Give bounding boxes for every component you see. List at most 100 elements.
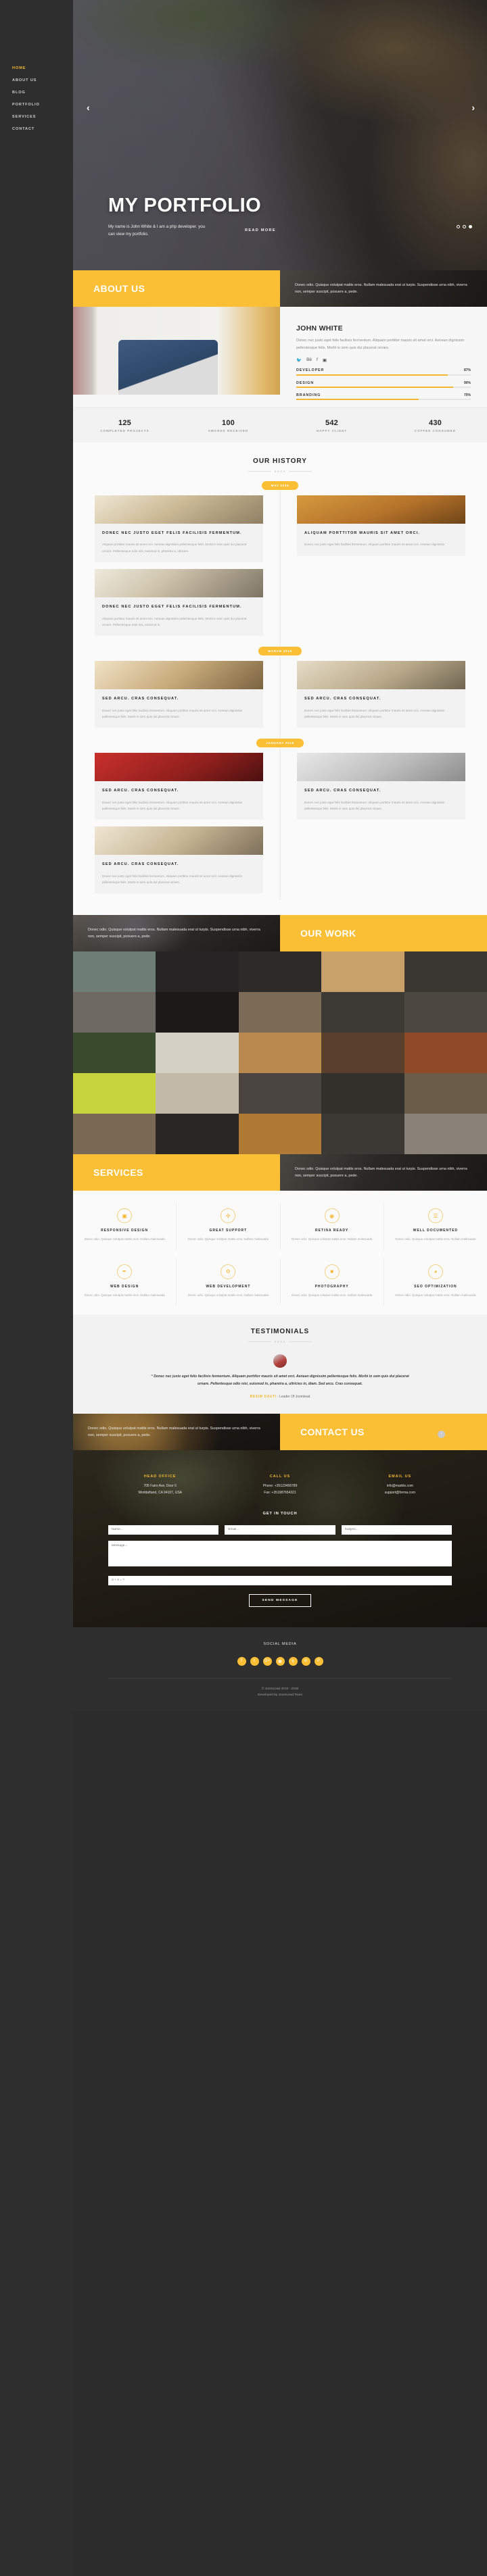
behance-icon[interactable]: Bē bbox=[306, 357, 312, 363]
slider-next-icon[interactable]: › bbox=[471, 103, 475, 112]
sidebar-item-contact[interactable]: CONTACT bbox=[0, 123, 73, 135]
about-skill-bars: DEVELOPER 87% DESIGN 90% BRANDING 70% bbox=[296, 368, 471, 400]
timeline-card[interactable]: DONEC NEC JUSTO EGET FELIS FACILISIS FER… bbox=[95, 495, 263, 562]
history-section: OUR HISTORY ✕✕✕✕ MAY 2015 DONEC NEC JUSTO… bbox=[73, 442, 487, 916]
service-item[interactable]: ☰ WELL DOCUMENTED Donec odio. Quisque volu… bbox=[384, 1203, 487, 1249]
slider-prev-icon[interactable]: ‹ bbox=[87, 103, 90, 112]
footer-credits: Developed by JoomLead Team bbox=[257, 1693, 303, 1698]
timeline-card[interactable]: SED ARCU. CRAS CONSEQUAT. Donec nec justo… bbox=[95, 826, 263, 894]
hero-read-more-link[interactable]: READ MORE bbox=[245, 228, 276, 232]
gallery-tile[interactable] bbox=[321, 951, 404, 993]
slider-dots[interactable] bbox=[457, 225, 472, 228]
hero-subtitle: My name is John White & I am a php devel… bbox=[108, 224, 206, 237]
facebook-icon[interactable]: f bbox=[237, 1656, 246, 1666]
service-item[interactable]: ◕ SEO OPTIMIZATION Donec odio. Quisque vol… bbox=[384, 1259, 487, 1306]
email-input[interactable] bbox=[225, 1525, 335, 1535]
gallery-tile[interactable] bbox=[73, 1073, 156, 1114]
rss-icon[interactable]: ↯ bbox=[288, 1656, 298, 1666]
subject-input[interactable] bbox=[341, 1525, 452, 1535]
timeline-card-text: Donec nec justo eget felis facilisis fer… bbox=[304, 800, 445, 810]
footer-social-links[interactable]: f t G+ ▣ ↯ in P bbox=[73, 1656, 487, 1666]
gallery-tile[interactable] bbox=[73, 1114, 156, 1155]
testimonial-author: BESIM DAUTI bbox=[250, 1394, 277, 1399]
skill-row: DEVELOPER 87% bbox=[296, 368, 471, 372]
timeline-card-body: DONEC NEC JUSTO EGET FELIS FACILISIS FER… bbox=[95, 597, 263, 636]
timeline-date-badge[interactable]: MARCH 2015 bbox=[258, 646, 302, 655]
google-plus-icon[interactable]: G+ bbox=[262, 1656, 272, 1666]
sidebar-item-blog[interactable]: BLOG bbox=[0, 86, 73, 99]
gallery-tile[interactable] bbox=[404, 951, 487, 993]
facebook-icon[interactable]: f bbox=[317, 357, 318, 363]
gallery-tile[interactable] bbox=[321, 992, 404, 1033]
counter-item: 125 COMPLETED PROJECTS bbox=[73, 419, 177, 432]
testimonial-quote: “ Donec nec justo eget felis facilisis f… bbox=[151, 1374, 409, 1387]
service-item[interactable]: ◉ RETINA READY Donec odio. Quisque volutpa… bbox=[281, 1203, 384, 1249]
instagram-icon[interactable]: ▣ bbox=[275, 1656, 285, 1666]
contact-band: Donec odio. Quisque volutpat mattis eros… bbox=[73, 1413, 487, 1450]
service-item[interactable]: ⚙ WEB DEVELOPMENT Donec odio. Quisque volu… bbox=[177, 1258, 281, 1306]
timeline-card[interactable]: SED ARCU. CRAS CONSEQUAT. Donec nec justo… bbox=[95, 660, 263, 728]
timeline-date-badge[interactable]: JANUARY 2016 bbox=[256, 739, 304, 748]
service-item[interactable]: ✣ GREAT SUPPORT Donec odio. Quisque volutp… bbox=[177, 1203, 281, 1249]
timeline-card[interactable]: SED ARCU. CRAS CONSEQUAT. Donec nec justo… bbox=[297, 660, 465, 728]
gallery-tile[interactable] bbox=[156, 1033, 239, 1074]
gallery-tile[interactable] bbox=[321, 1114, 404, 1155]
work-gallery[interactable] bbox=[73, 951, 487, 1155]
skill-bar-fill bbox=[296, 374, 448, 376]
gallery-tile[interactable] bbox=[156, 992, 239, 1033]
service-item[interactable]: ✒ WEB DESIGN Donec odio. Quisque volutpat … bbox=[73, 1258, 177, 1306]
instagram-icon[interactable]: ▣ bbox=[323, 357, 327, 363]
gallery-tile[interactable] bbox=[404, 1073, 487, 1114]
twitter-icon[interactable]: t bbox=[250, 1656, 259, 1666]
about-section-title: ABOUT US bbox=[73, 270, 280, 307]
gallery-tile[interactable] bbox=[238, 1073, 322, 1114]
timeline-badge-wrap: JANUARY 2016 bbox=[95, 739, 465, 748]
gallery-tile[interactable] bbox=[238, 1033, 322, 1074]
timeline-row: SED ARCU. CRAS CONSEQUAT. Donec nec justo… bbox=[95, 660, 465, 735]
sidebar-item-about-us[interactable]: ABOUT US bbox=[0, 74, 73, 86]
timeline-card[interactable]: SED ARCU. CRAS CONSEQUAT. Donec nec justo… bbox=[297, 753, 465, 820]
sidebar-item-portfolio[interactable]: PORTFOLIO bbox=[0, 99, 73, 111]
linkedin-icon[interactable]: in bbox=[301, 1656, 310, 1666]
skill-bar-fill bbox=[296, 399, 419, 400]
contact-info-lines: Phone: +35123456789 Fax: +351987654321 bbox=[262, 1483, 298, 1495]
gallery-tile[interactable] bbox=[238, 992, 322, 1033]
gallery-tile[interactable] bbox=[73, 1033, 156, 1074]
about-details: JOHN WHITE Donec nec justo eget felis fa… bbox=[280, 307, 487, 407]
timeline-card-body: SED ARCU. CRAS CONSEQUAT. Donec nec justo… bbox=[95, 855, 263, 893]
service-item[interactable]: ▣ RESPONSIVE DESIGN Donec odio. Quisque vo… bbox=[73, 1203, 177, 1249]
lifebuoy-icon: ✣ bbox=[221, 1208, 236, 1224]
gallery-tile[interactable] bbox=[404, 1033, 487, 1074]
timeline-card[interactable]: SED ARCU. CRAS CONSEQUAT. Donec nec justo… bbox=[95, 753, 263, 820]
timeline-card[interactable]: DONEC NEC JUSTO EGET FELIS FACILISIS FER… bbox=[95, 568, 263, 636]
twitter-icon[interactable]: 🐦 bbox=[296, 357, 302, 363]
about-person-name: JOHN WHITE bbox=[296, 324, 343, 332]
slider-dot[interactable] bbox=[457, 225, 460, 228]
send-message-button[interactable]: SEND MESSAGE bbox=[249, 1593, 311, 1607]
gallery-tile[interactable] bbox=[156, 1114, 239, 1155]
timeline-card[interactable]: ALIQUAM PORTTITOR MAURIS SIT AMET ORCI. D… bbox=[297, 495, 465, 556]
gallery-tile[interactable] bbox=[73, 992, 156, 1033]
sidebar-item-home[interactable]: HOME bbox=[0, 62, 73, 74]
pinterest-icon[interactable]: P bbox=[314, 1656, 323, 1666]
gallery-tile[interactable] bbox=[321, 1073, 404, 1114]
gallery-tile[interactable] bbox=[404, 1114, 487, 1155]
gallery-tile[interactable] bbox=[156, 951, 239, 993]
timeline-date-badge[interactable]: MAY 2015 bbox=[261, 480, 299, 490]
message-textarea[interactable] bbox=[108, 1540, 452, 1566]
gallery-tile[interactable] bbox=[238, 1114, 322, 1155]
gallery-tile[interactable] bbox=[238, 951, 322, 993]
slider-dot[interactable] bbox=[463, 225, 466, 228]
gallery-tile[interactable] bbox=[321, 1033, 404, 1074]
gallery-tile[interactable] bbox=[404, 992, 487, 1033]
captcha-input[interactable] bbox=[108, 1575, 452, 1585]
about-social-links[interactable]: 🐦 Bē f ▣ bbox=[296, 357, 471, 363]
gallery-tile[interactable] bbox=[156, 1073, 239, 1114]
slider-dot-active[interactable] bbox=[469, 225, 472, 228]
name-input[interactable] bbox=[108, 1525, 219, 1535]
skill-item: BRANDING 70% bbox=[296, 393, 471, 400]
service-item[interactable]: ■ PHOTOGRAPHY Donec odio. Quisque volutpat… bbox=[281, 1258, 384, 1306]
sidebar-item-services[interactable]: SERVICES bbox=[0, 111, 73, 123]
gallery-tile[interactable] bbox=[73, 951, 156, 993]
history-title: OUR HISTORY bbox=[253, 457, 307, 465]
